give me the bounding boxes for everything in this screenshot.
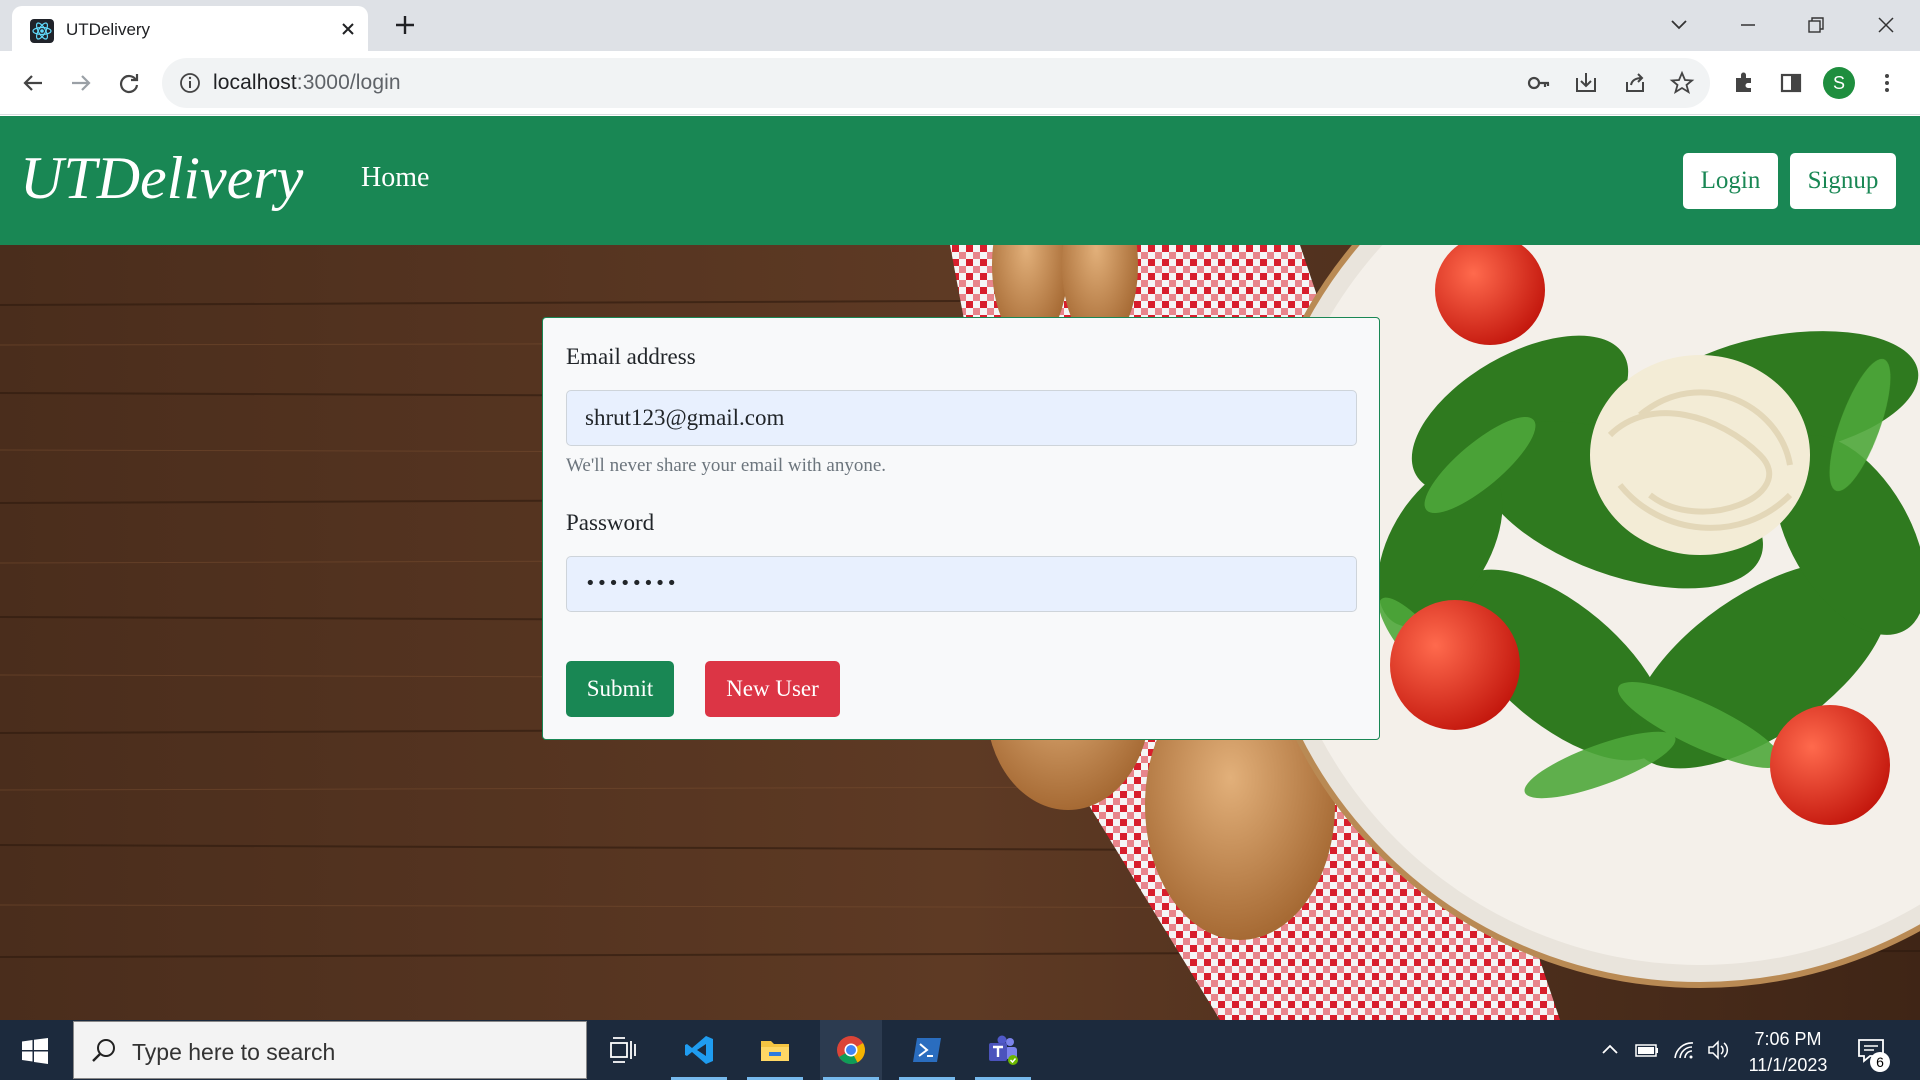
windows-start-icon[interactable]	[22, 1038, 48, 1064]
restore-icon[interactable]	[1801, 10, 1831, 40]
react-favicon-icon	[30, 19, 54, 43]
navbar: UTDelivery Home Login Signup	[0, 116, 1920, 245]
profile-avatar[interactable]: S	[1823, 67, 1855, 99]
key-icon[interactable]	[1526, 70, 1552, 96]
taskbar-clock[interactable]: 7:06 PM 11/1/2023	[1728, 1026, 1848, 1078]
site-info-icon[interactable]	[178, 71, 202, 95]
wifi-icon[interactable]	[1672, 1038, 1696, 1062]
browser-tabstrip: UTDelivery	[0, 0, 1920, 51]
teams-icon[interactable]	[972, 1020, 1034, 1080]
vscode-icon[interactable]	[668, 1020, 730, 1080]
signup-button[interactable]: Signup	[1790, 153, 1896, 209]
page-viewport: UTDelivery Home Login Signup Email addre…	[0, 116, 1920, 1020]
close-window-icon[interactable]	[1871, 10, 1901, 40]
clock-time: 7:06 PM	[1754, 1029, 1822, 1049]
clock-date: 11/1/2023	[1748, 1055, 1828, 1075]
tab-title: UTDelivery	[66, 20, 151, 39]
password-field[interactable]: ••••••••	[566, 556, 1357, 612]
reload-icon[interactable]	[114, 68, 144, 98]
share-icon[interactable]	[1622, 70, 1648, 96]
search-icon	[92, 1039, 115, 1062]
url-text: localhost:3000/login	[213, 71, 401, 94]
brand-logo[interactable]: UTDelivery	[20, 144, 303, 213]
email-field[interactable]: shrut123@gmail.com	[566, 390, 1357, 446]
menu-kebab-icon[interactable]	[1872, 68, 1902, 98]
chrome-icon[interactable]	[820, 1020, 882, 1080]
login-form-card: Email address shrut123@gmail.com We'll n…	[542, 317, 1380, 740]
tab-search-chevron-icon[interactable]	[1664, 10, 1694, 40]
show-hidden-icons-chevron-icon[interactable]	[1598, 1038, 1622, 1062]
windows-taskbar: Type here to search 7:06 PM 11/1/2023 6	[0, 1020, 1920, 1080]
address-bar[interactable]: localhost:3000/login	[162, 58, 1710, 108]
powershell-icon[interactable]	[896, 1020, 958, 1080]
new-user-button[interactable]: New User	[705, 661, 840, 717]
forward-arrow-icon[interactable]	[66, 68, 96, 98]
nav-home-link[interactable]: Home	[361, 162, 429, 194]
login-button[interactable]: Login	[1683, 153, 1778, 209]
search-placeholder: Type here to search	[132, 1039, 336, 1065]
bookmark-star-icon[interactable]	[1669, 70, 1695, 96]
install-app-icon[interactable]	[1573, 70, 1599, 96]
side-panel-icon[interactable]	[1776, 68, 1806, 98]
notification-count-badge: 6	[1870, 1052, 1890, 1072]
submit-button[interactable]: Submit	[566, 661, 674, 717]
battery-icon[interactable]	[1635, 1038, 1659, 1062]
new-tab-icon[interactable]	[392, 12, 418, 38]
back-arrow-icon[interactable]	[18, 68, 48, 98]
volume-icon[interactable]	[1706, 1038, 1730, 1062]
email-label: Email address	[566, 344, 696, 369]
browser-tab[interactable]: UTDelivery	[12, 6, 368, 51]
file-explorer-icon[interactable]	[744, 1020, 806, 1080]
password-label: Password	[566, 510, 655, 535]
browser-toolbar: localhost:3000/login S	[0, 51, 1920, 115]
email-help-text: We'll never share your email with anyone…	[566, 455, 887, 476]
taskbar-search-box[interactable]: Type here to search	[73, 1021, 587, 1079]
extensions-puzzle-icon[interactable]	[1729, 68, 1759, 98]
tab-close-icon[interactable]	[337, 18, 359, 40]
minimize-icon[interactable]	[1733, 10, 1763, 40]
task-view-icon[interactable]	[592, 1020, 654, 1080]
